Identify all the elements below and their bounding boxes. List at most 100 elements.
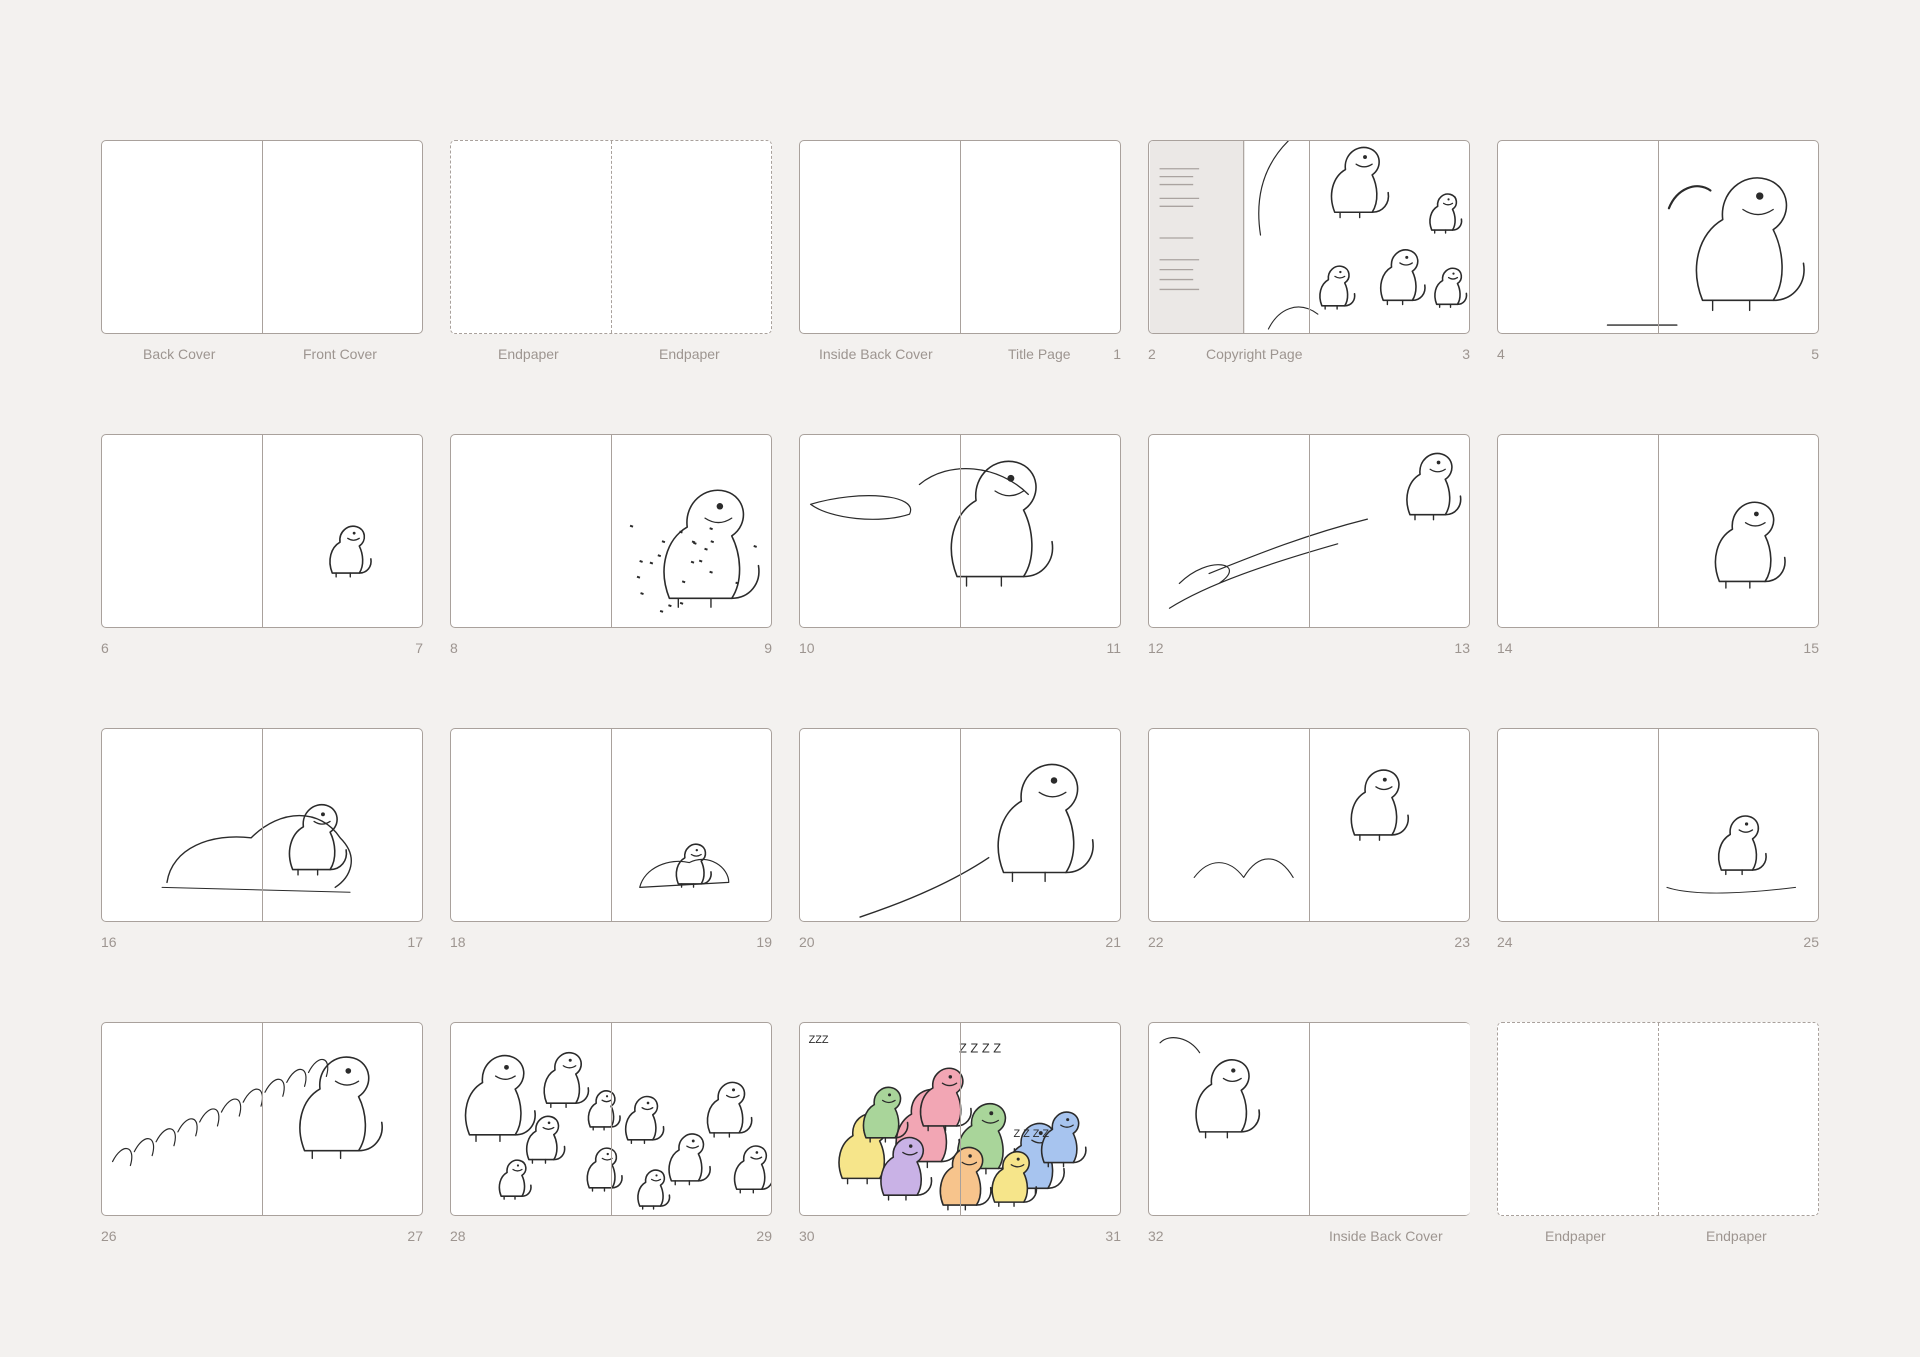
spread-thumbnail[interactable] [1497,1022,1819,1216]
spread-15[interactable]: 24 25 [1497,728,1819,1022]
spread-14[interactable]: 22 23 [1148,728,1470,1022]
left-page-number: 24 [1497,934,1513,950]
spread-labels: 26 27 [101,1228,423,1248]
spread-6[interactable]: 67 [101,434,423,728]
spread-fold [1658,141,1659,333]
spread-thumbnail[interactable]: ZZZ Z Z Z Z Z Z Z Z [799,1022,1121,1216]
right-page-number: 23 [1454,934,1470,950]
spread-20[interactable]: Endpaper Endpaper [1497,1022,1819,1316]
spread-fold [960,1023,961,1215]
left-page-number: 20 [799,934,815,950]
right-page-number: 15 [1803,640,1819,656]
spread-13[interactable]: 20 21 [799,728,1121,1022]
left-page-number: 18 [450,934,466,950]
spread-fold [611,435,612,627]
left-page-number: 6 [101,640,109,656]
left-page-label: Endpaper [498,346,559,362]
right-page-number: 17 [407,934,423,950]
spread-11[interactable]: 16 17 [101,728,423,1022]
spread-labels: 89 [450,640,772,660]
right-page-number: 29 [756,1228,772,1244]
spread-thumbnail[interactable] [1148,140,1470,334]
right-page-number: 13 [1454,640,1470,656]
spread-19[interactable]: 32 Inside Back Cover [1148,1022,1470,1316]
spread-thumbnail[interactable] [101,140,423,334]
spread-thumbnail[interactable] [101,728,423,922]
spread-12[interactable]: 18 19 [450,728,772,1022]
spread-9[interactable]: 12 13 [1148,434,1470,728]
right-page-number: 5 [1811,346,1819,362]
spread-fold [960,141,961,333]
left-page-label: Inside Back Cover [819,346,933,362]
spread-fold [1309,435,1310,627]
spread-labels: 30 31 [799,1228,1121,1248]
left-page-label: Back Cover [143,346,215,362]
spread-4[interactable]: 2 3 Copyright Page [1148,140,1470,434]
spread-labels: Endpaper Endpaper [450,346,772,366]
spread-10[interactable]: 14 15 [1497,434,1819,728]
left-page-label: Endpaper [1545,1228,1606,1244]
spread-thumbnail[interactable] [101,434,423,628]
right-page-number: 27 [407,1228,423,1244]
spread-18[interactable]: ZZZ Z Z Z Z Z Z Z Z 30 31 [799,1022,1121,1316]
spread-fold [611,1023,612,1215]
spread-thumbnail[interactable] [1497,434,1819,628]
spread-2[interactable]: Endpaper Endpaper [450,140,772,434]
right-page-label: Front Cover [303,346,377,362]
spread-labels: 12 13 [1148,640,1470,660]
spread-thumbnail[interactable] [799,434,1121,628]
spread-fold [1658,435,1659,627]
left-page-number: 10 [799,640,815,656]
spread-fold [1309,141,1310,333]
right-page-number: 7 [415,640,423,656]
right-page-number: 1 [1113,346,1121,362]
right-page-number: 25 [1803,934,1819,950]
spread-5[interactable]: 45 [1497,140,1819,434]
spread-fold [960,435,961,627]
spread-thumbnail[interactable] [799,728,1121,922]
spread-labels: 45 [1497,346,1819,366]
spread-thumbnail[interactable] [450,140,772,334]
spread-8[interactable]: 10 11 [799,434,1121,728]
right-page-label: Endpaper [1706,1228,1767,1244]
spread-labels: 18 19 [450,934,772,954]
right-page-number: 19 [756,934,772,950]
spread-labels: 32 Inside Back Cover [1148,1228,1470,1248]
spread-labels: 16 17 [101,934,423,954]
spread-thumbnail[interactable] [101,1022,423,1216]
spread-16[interactable]: 26 27 [101,1022,423,1316]
spread-labels: 10 11 [799,640,1121,660]
spread-fold [1658,1023,1659,1215]
spread-fold [262,435,263,627]
right-page-label: Copyright Page [1206,346,1303,362]
spread-labels: 2 3 Copyright Page [1148,346,1470,366]
spread-fold [611,729,612,921]
left-page-number: 26 [101,1228,117,1244]
spread-thumbnail[interactable] [450,434,772,628]
spread-thumbnail[interactable] [1497,140,1819,334]
spread-thumbnail[interactable] [1148,434,1470,628]
spread-thumbnail[interactable] [1497,728,1819,922]
spread-fold [262,729,263,921]
spread-3[interactable]: 1 Inside Back Cover Title Page [799,140,1121,434]
storyboard-grid: Back Cover Front Cover Endpaper Endpaper 1 In… [101,140,1819,1316]
spread-7[interactable]: 89 [450,434,772,728]
spread-thumbnail[interactable] [450,1022,772,1216]
right-page-number: 31 [1105,1228,1121,1244]
left-page-number: 30 [799,1228,815,1244]
spread-fold [1309,1023,1310,1215]
spread-labels: Endpaper Endpaper [1497,1228,1819,1248]
left-page-number: 8 [450,640,458,656]
spread-thumbnail[interactable] [799,140,1121,334]
spread-thumbnail[interactable] [1148,1022,1470,1216]
right-page-label: Inside Back Cover [1329,1228,1443,1244]
spread-fold [262,141,263,333]
left-page-number: 14 [1497,640,1513,656]
spread-thumbnail[interactable] [450,728,772,922]
spread-labels: 14 15 [1497,640,1819,660]
spread-thumbnail[interactable] [1148,728,1470,922]
svg-text:ZZZ: ZZZ [809,1034,829,1046]
spread-17[interactable]: 28 29 [450,1022,772,1316]
left-page-number: 2 [1148,346,1156,362]
spread-1[interactable]: Back Cover Front Cover [101,140,423,434]
